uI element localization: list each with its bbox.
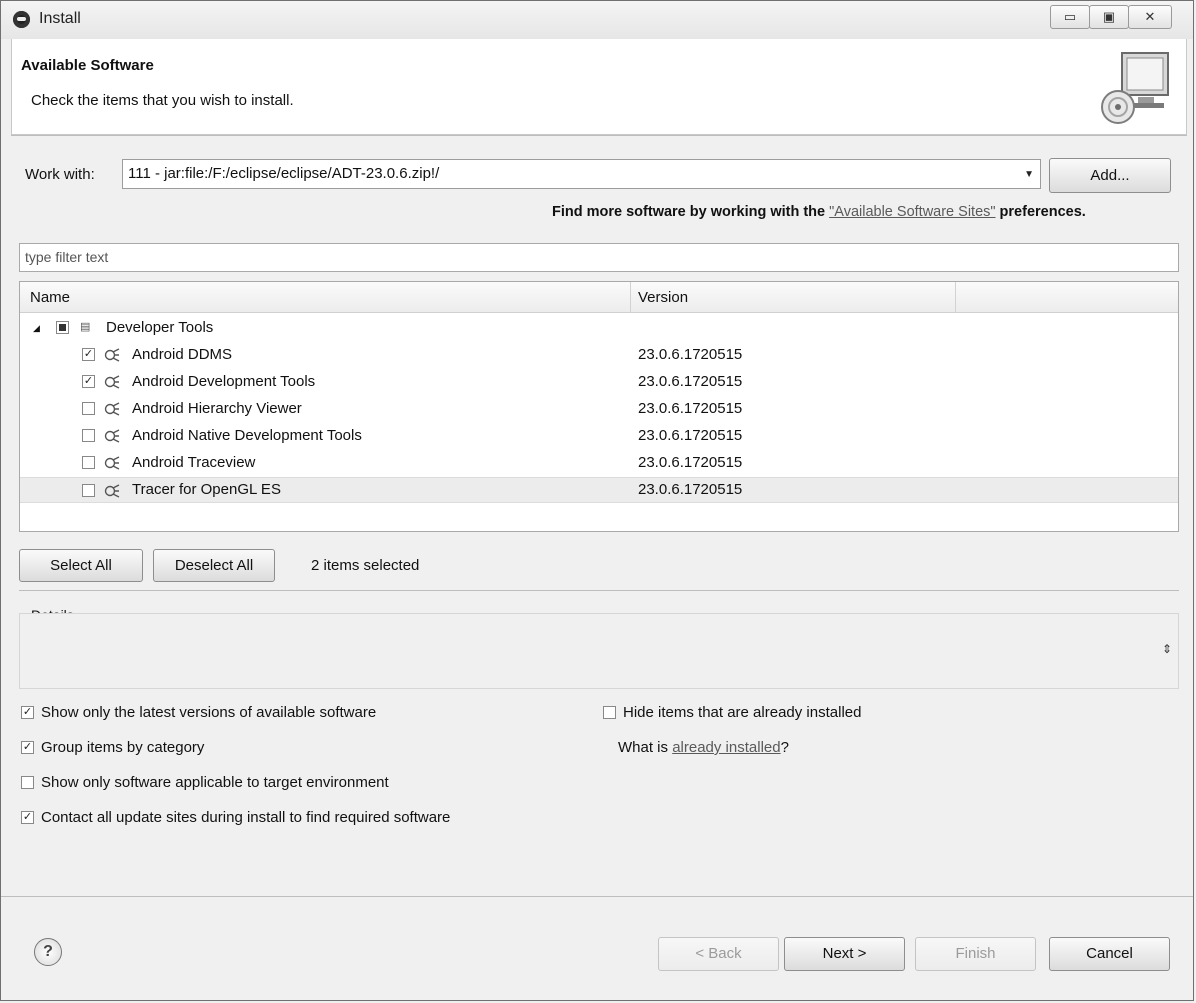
item-version: 23.0.6.1720515 [638, 454, 743, 471]
selection-status: 2 items selected [311, 557, 420, 574]
item-checkbox[interactable] [82, 429, 95, 442]
show-latest-checkbox[interactable]: ✓ [21, 706, 34, 719]
what-is-suffix: ? [780, 739, 789, 756]
category-icon: ▤ [80, 321, 91, 333]
tree-row[interactable]: ✓ Android Development Tools 23.0.6.17205… [20, 369, 1178, 395]
item-label: Android Development Tools [132, 373, 316, 390]
deselect-all-button[interactable]: Deselect All [153, 549, 275, 582]
contact-sites-label: Contact all update sites during install … [41, 809, 451, 826]
software-tree[interactable]: Name Version ◢ ▤ Developer Tools ✓ Andro… [19, 281, 1179, 532]
column-divider[interactable] [630, 282, 631, 312]
add-site-button[interactable]: Add... [1049, 158, 1171, 193]
tree-row[interactable]: Android Native Development Tools 23.0.6.… [20, 423, 1178, 449]
option-show-latest[interactable]: ✓ Show only the latest versions of availa… [21, 704, 376, 721]
select-all-button[interactable]: Select All [19, 549, 143, 582]
next-button[interactable]: Next > [784, 937, 905, 971]
item-label: Android Traceview [132, 454, 256, 471]
feature-plug-icon [104, 348, 120, 362]
wizard-header: Available Software Check the items that … [11, 39, 1187, 135]
item-checkbox[interactable] [82, 456, 95, 469]
item-checkbox[interactable]: ✓ [82, 375, 95, 388]
option-contact-sites[interactable]: ✓ Contact all update sites during install… [21, 809, 450, 826]
back-button[interactable]: < Back [658, 937, 779, 971]
work-with-label: Work with: [25, 166, 95, 183]
item-label: Android DDMS [132, 346, 233, 363]
item-version: 23.0.6.1720515 [638, 481, 743, 498]
feature-plug-icon [104, 375, 120, 389]
target-env-label: Show only software applicable to target … [41, 774, 389, 791]
target-env-checkbox[interactable] [21, 776, 34, 789]
option-hide-installed[interactable]: Hide items that are already installed [603, 704, 861, 721]
contact-sites-checkbox[interactable]: ✓ [21, 811, 34, 824]
show-latest-label: Show only the latest versions of availab… [41, 704, 377, 721]
category-checkbox[interactable] [56, 321, 69, 334]
install-software-icon [1101, 52, 1169, 124]
option-group-category[interactable]: ✓ Group items by category [21, 739, 204, 756]
hide-installed-label: Hide items that are already installed [623, 704, 862, 721]
help-icon[interactable]: ? [34, 938, 62, 966]
filter-field[interactable] [19, 243, 1179, 272]
details-separator [19, 590, 1179, 591]
category-label: Developer Tools [106, 319, 214, 336]
hide-installed-checkbox[interactable] [603, 706, 616, 719]
item-version: 23.0.6.1720515 [638, 400, 743, 417]
find-more-suffix: preferences. [995, 204, 1086, 220]
what-is-prefix: What is [618, 739, 673, 756]
item-label: Android Native Development Tools [132, 427, 362, 444]
available-software-sites-link[interactable]: "Available Software Sites" [829, 204, 995, 220]
group-category-checkbox[interactable]: ✓ [21, 741, 34, 754]
column-version[interactable]: Version [638, 289, 688, 306]
item-checkbox[interactable] [82, 484, 95, 497]
window-title: Install [39, 10, 81, 27]
what-is-installed-text: What is already installed? [618, 739, 789, 756]
column-name[interactable]: Name [30, 289, 70, 306]
minimize-button[interactable]: ▭ [1050, 5, 1090, 29]
footer-separator [1, 896, 1193, 897]
work-with-combo[interactable]: 111 - jar:file:/F:/eclipse/eclipse/ADT-2… [122, 159, 1041, 189]
tree-row[interactable]: Android Traceview 23.0.6.1720515 [20, 450, 1178, 476]
item-checkbox[interactable] [82, 402, 95, 415]
column-divider[interactable] [955, 282, 956, 312]
group-category-label: Group items by category [41, 739, 205, 756]
feature-plug-icon [104, 402, 120, 416]
expand-arrow-icon[interactable]: ◢ [33, 323, 40, 334]
tree-header: Name Version [20, 282, 1178, 313]
option-target-env[interactable]: Show only software applicable to target … [21, 774, 389, 791]
eclipse-icon [13, 11, 30, 28]
filter-input[interactable] [23, 248, 1162, 266]
maximize-button[interactable]: ▣ [1089, 5, 1129, 29]
details-area[interactable]: ⇕ [19, 613, 1179, 689]
header-separator [11, 135, 1187, 136]
feature-plug-icon [104, 456, 120, 470]
feature-plug-icon [104, 484, 120, 498]
item-checkbox[interactable]: ✓ [82, 348, 95, 361]
find-more-text: Find more software by working with the "… [552, 204, 1086, 220]
feature-plug-icon [104, 429, 120, 443]
item-version: 23.0.6.1720515 [638, 346, 743, 363]
item-version: 23.0.6.1720515 [638, 427, 743, 444]
page-description: Check the items that you wish to install… [31, 92, 294, 109]
item-label: Android Hierarchy Viewer [132, 400, 302, 417]
find-more-prefix: Find more software by working with the [552, 204, 830, 220]
already-installed-link[interactable]: already installed [672, 739, 780, 756]
finish-button[interactable]: Finish [915, 937, 1036, 971]
tree-row[interactable]: ✓ Android DDMS 23.0.6.1720515 [20, 342, 1178, 368]
install-dialog: Install ▭ ▣ ✕ Available Software Check t… [0, 0, 1194, 1001]
tree-row-selected[interactable]: Tracer for OpenGL ES 23.0.6.1720515 [20, 477, 1178, 503]
cancel-button[interactable]: Cancel [1049, 937, 1170, 971]
dropdown-arrow-icon[interactable]: ▼ [1024, 169, 1034, 180]
close-button[interactable]: ✕ [1128, 5, 1172, 29]
scroll-arrows-icon[interactable]: ⇕ [1162, 642, 1172, 656]
page-title: Available Software [21, 57, 154, 74]
work-with-value: 111 - jar:file:/F:/eclipse/eclipse/ADT-2… [128, 165, 440, 182]
item-version: 23.0.6.1720515 [638, 373, 743, 390]
tree-row[interactable]: Android Hierarchy Viewer 23.0.6.1720515 [20, 396, 1178, 422]
item-label: Tracer for OpenGL ES [132, 481, 281, 498]
title-bar: Install ▭ ▣ ✕ [1, 1, 1193, 39]
tree-row-category[interactable]: ◢ ▤ Developer Tools [20, 315, 1178, 341]
